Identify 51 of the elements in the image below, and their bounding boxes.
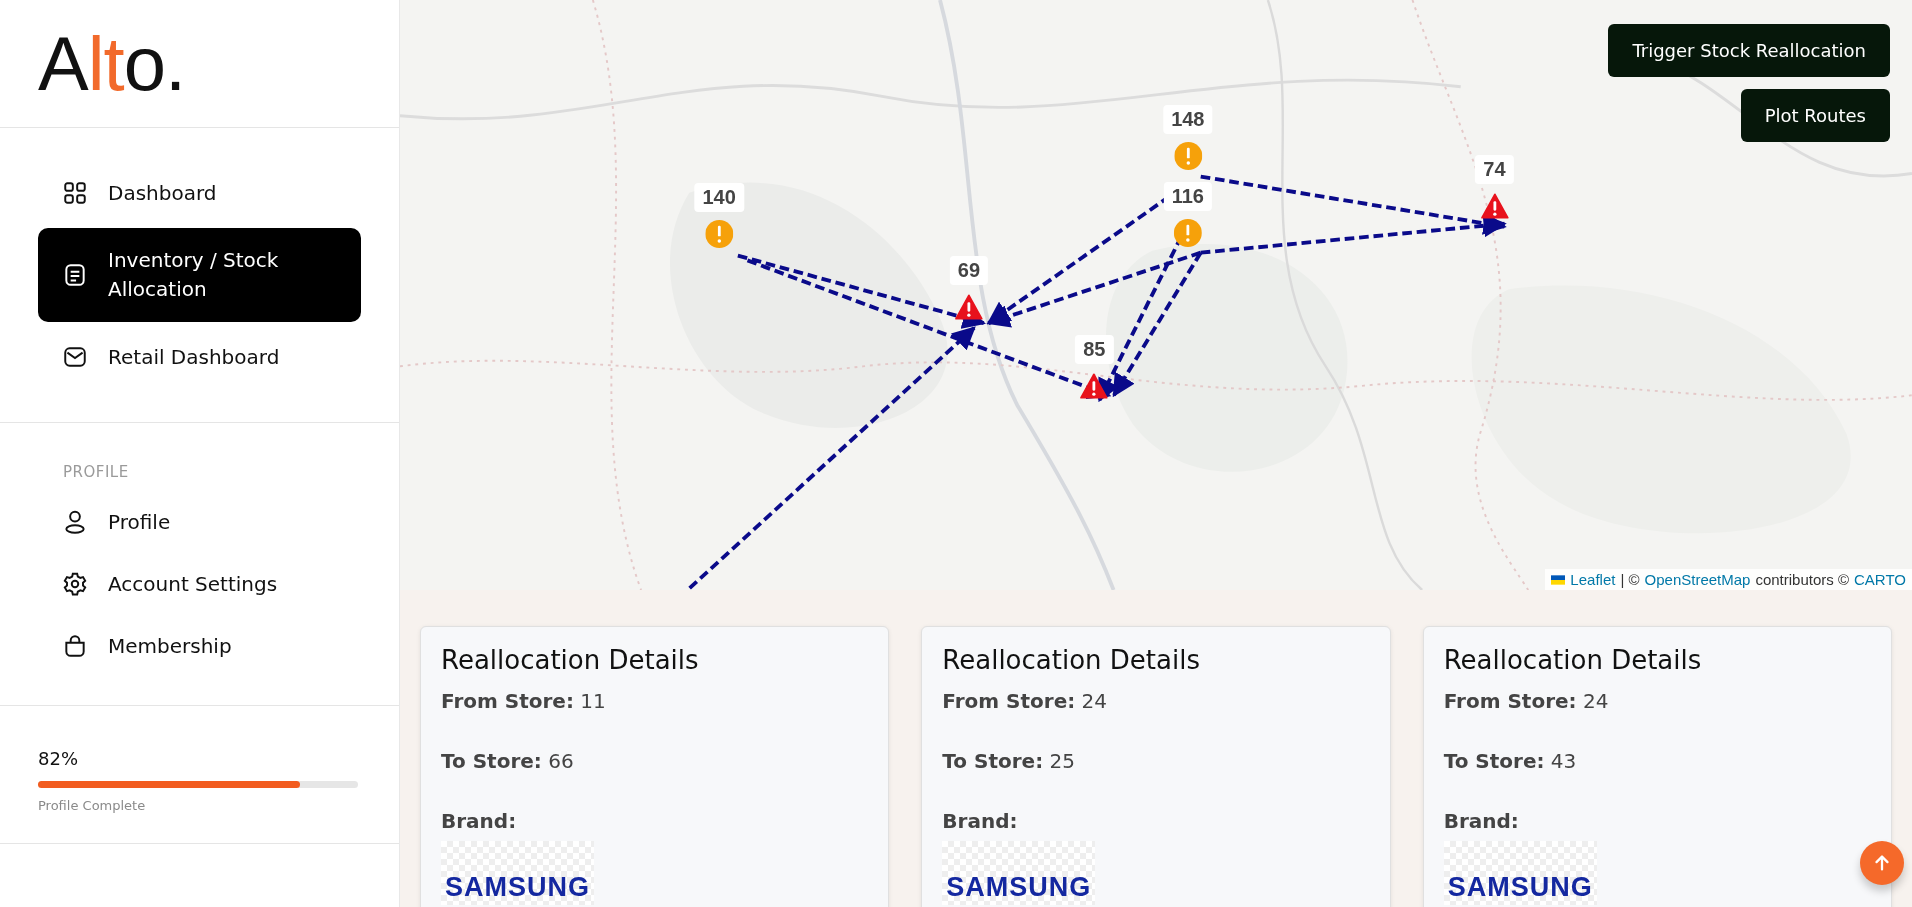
progress-reading: 82% (38, 748, 79, 769)
attribution-link[interactable]: CARTO (1854, 571, 1906, 588)
to-store-text: To Store: 43 (1443, 749, 1578, 773)
nav-item[interactable]: Membership (38, 617, 361, 675)
attribution-link[interactable]: OpenStreetMap (1644, 571, 1751, 588)
flag-icon (1551, 574, 1566, 585)
bag-icon (62, 633, 88, 659)
card-title: Reallocation Details (1443, 645, 1703, 675)
nav-item[interactable]: Profile (38, 493, 361, 551)
progress-caption: Profile Complete (38, 798, 147, 813)
brand-logo: SAMSUNG (1443, 841, 1597, 906)
marker-label: 140 (694, 183, 744, 213)
brand-label: Brand: (1443, 809, 1520, 833)
alert-marker-icon[interactable] (1080, 371, 1109, 400)
card-title: Reallocation Details (942, 645, 1201, 675)
marker-label: 148 (1163, 105, 1213, 135)
logo: Alto. (38, 25, 186, 102)
grid-icon (62, 180, 88, 206)
to-store-text: To Store: 66 (441, 749, 575, 773)
alert-marker-icon[interactable] (1480, 192, 1509, 221)
marker-label: 85 (1075, 334, 1114, 364)
nav-item[interactable]: Retail Dashboard (38, 328, 361, 386)
map[interactable]: 140 148 116 69 85 74 Trigger Stock Reallocation Plot Routes Leaflet | © OpenStreetMap contributors © CARTO (400, 0, 1912, 590)
brand-logo: SAMSUNG (942, 841, 1096, 906)
settings-icon (62, 571, 88, 597)
marker-label: 116 (1163, 182, 1212, 212)
section-heading: PROFILE (62, 463, 130, 481)
brand-logo: SAMSUNG (441, 841, 594, 906)
from-store-text: From Store: 24 (942, 689, 1109, 713)
marker-label: 74 (1475, 155, 1514, 185)
alert-marker-icon[interactable] (954, 292, 983, 321)
from-store-text: From Store: 11 (441, 689, 607, 713)
marker-label: 69 (949, 255, 989, 285)
action-button[interactable]: Plot Routes (1740, 89, 1890, 142)
warning-marker-icon[interactable] (1173, 219, 1202, 248)
action-button[interactable]: Trigger Stock Reallocation (1608, 24, 1890, 77)
warning-marker-icon[interactable] (705, 220, 734, 249)
warning-marker-icon[interactable] (1173, 142, 1202, 171)
brand-label: Brand: (942, 809, 1019, 833)
brand-label: Brand: (441, 809, 518, 833)
nav-item[interactable]: Inventory / Stock Allocation (38, 228, 361, 322)
from-store-text: From Store: 24 (1443, 689, 1610, 713)
nav-item[interactable]: Account Settings (38, 555, 361, 613)
document-icon (62, 262, 88, 288)
attribution-text: contributors © (1755, 571, 1850, 588)
nav-item[interactable]: Dashboard (38, 164, 361, 222)
to-store-text: To Store: 25 (942, 749, 1076, 773)
attribution-link[interactable]: Leaflet (1570, 571, 1616, 588)
card-title: Reallocation Details (441, 645, 700, 675)
envelope-icon (62, 344, 88, 370)
attribution-text: | © (1620, 571, 1640, 588)
